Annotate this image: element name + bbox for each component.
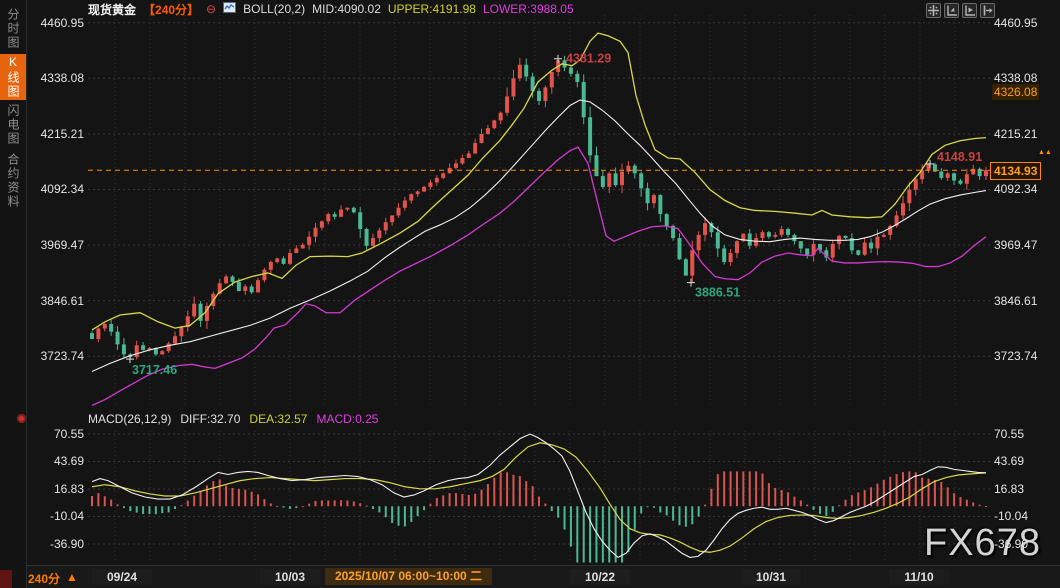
boll-upper-value: UPPER:4191.98: [388, 2, 476, 16]
period-up-arrow-icon: ▲: [66, 570, 78, 587]
symbol-title: 现货黄金: [88, 1, 136, 18]
y-tick-label: 70.55: [994, 427, 1058, 441]
chart-type-sidebar: 分时图 K线图 闪电图 合约资料: [0, 0, 27, 588]
record-dot-icon[interactable]: [17, 414, 26, 423]
macd-chart[interactable]: [88, 431, 990, 563]
boll-lower-value: LOWER:3988.05: [483, 2, 574, 16]
macd-diff-value: DIFF:32.70: [180, 412, 240, 426]
y-tick-label: 3723.74: [26, 349, 84, 363]
period-selector-label: 240分: [28, 570, 60, 587]
macd-header: MACD(26,12,9) DIFF:32.70 DEA:32.57 MACD:…: [88, 412, 378, 426]
y-tick-label: 70.55: [26, 427, 84, 441]
svg-text:4381.29: 4381.29: [566, 52, 611, 66]
macd-macd-value: MACD:0.25: [316, 412, 378, 426]
scale-axis-left-icon[interactable]: [944, 3, 959, 18]
y-tick-label: 4215.21: [26, 127, 84, 141]
period-selector[interactable]: 240分 ▲: [28, 570, 78, 587]
macd-dea-value: DEA:32.57: [249, 412, 307, 426]
y-tick-label: 4092.34: [994, 182, 1058, 196]
time-axis-bar: 240分 ▲ 09/24 10/03 10/22 10/31 11/10 2025/10…: [0, 565, 1060, 588]
y-tick-label: 43.69: [26, 454, 84, 468]
y-tick-label: 43.69: [994, 454, 1058, 468]
x-tick-label: 10/03: [260, 569, 320, 585]
upper-price-badge: 4326.08: [992, 84, 1039, 100]
chart-header: 现货黄金 【240分】 ⊖ BOLL(20,2) MID:4090.02 UPP…: [88, 1, 574, 17]
x-tick-label: 10/22: [570, 569, 630, 585]
y-tick-label: 4338.08: [26, 71, 84, 85]
y-tick-label: -10.04: [994, 509, 1058, 523]
trading-app-window: 分时图 K线图 闪电图 合约资料 现货黄金 【240分】 ⊖ BOLL(20,2…: [0, 0, 1060, 588]
x-tick-label: 11/10: [889, 569, 949, 585]
y-tick-label: -36.90: [26, 537, 84, 551]
mini-chart-icon[interactable]: [223, 2, 236, 16]
sidebar-tab-timeline[interactable]: 分时图: [0, 6, 26, 52]
sidebar-tab-lightning[interactable]: 闪电图: [0, 102, 26, 148]
svg-text:4148.91: 4148.91: [937, 150, 982, 164]
collapse-icon[interactable]: ⊖: [206, 2, 216, 16]
y-tick-label: 4338.08: [994, 71, 1058, 85]
y-tick-label: -36.90: [994, 537, 1058, 551]
boll-indicator-label: BOLL(20,2): [243, 2, 305, 16]
svg-text:3717.46: 3717.46: [132, 363, 177, 377]
scale-axis-right-icon[interactable]: [962, 3, 977, 18]
candlestick-chart[interactable]: 4381.29 3717.46 3886.51 4148.91: [88, 15, 990, 406]
y-tick-label: 3846.61: [26, 294, 84, 308]
current-price-badge: 4134.93: [990, 162, 1041, 180]
highlighted-session-label: 2025/10/07 06:00~10:00 二: [325, 568, 492, 585]
y-tick-label: 4460.95: [994, 16, 1058, 30]
y-tick-label: 3846.61: [994, 294, 1058, 308]
sidebar-tab-kline[interactable]: K线图: [0, 54, 26, 100]
corner-block: [0, 570, 12, 588]
svg-text:3886.51: 3886.51: [695, 286, 740, 300]
x-tick-label: 10/31: [741, 569, 801, 585]
chart-toolbar: [926, 3, 995, 18]
y-tick-label: 3969.47: [26, 238, 84, 252]
pan-right-icon[interactable]: [980, 3, 995, 18]
y-tick-label: -10.04: [26, 509, 84, 523]
price-axis-arrow-icon[interactable]: ▲▲: [1038, 150, 1052, 156]
y-tick-label: 4460.95: [26, 16, 84, 30]
y-tick-label: 3723.74: [994, 349, 1058, 363]
y-tick-label: 16.83: [26, 482, 84, 496]
move-chart-icon[interactable]: [926, 3, 941, 18]
y-tick-label: 4215.21: [994, 127, 1058, 141]
sidebar-tab-contract-info[interactable]: 合约资料: [0, 150, 26, 212]
macd-indicator-label: MACD(26,12,9): [88, 412, 171, 426]
x-tick-label: 09/24: [92, 569, 152, 585]
y-tick-label: 3969.47: [994, 238, 1058, 252]
y-tick-label: 4092.34: [26, 182, 84, 196]
y-tick-label: 16.83: [994, 482, 1058, 496]
period-label[interactable]: 【240分】: [143, 1, 199, 18]
boll-mid-value: MID:4090.02: [312, 2, 381, 16]
